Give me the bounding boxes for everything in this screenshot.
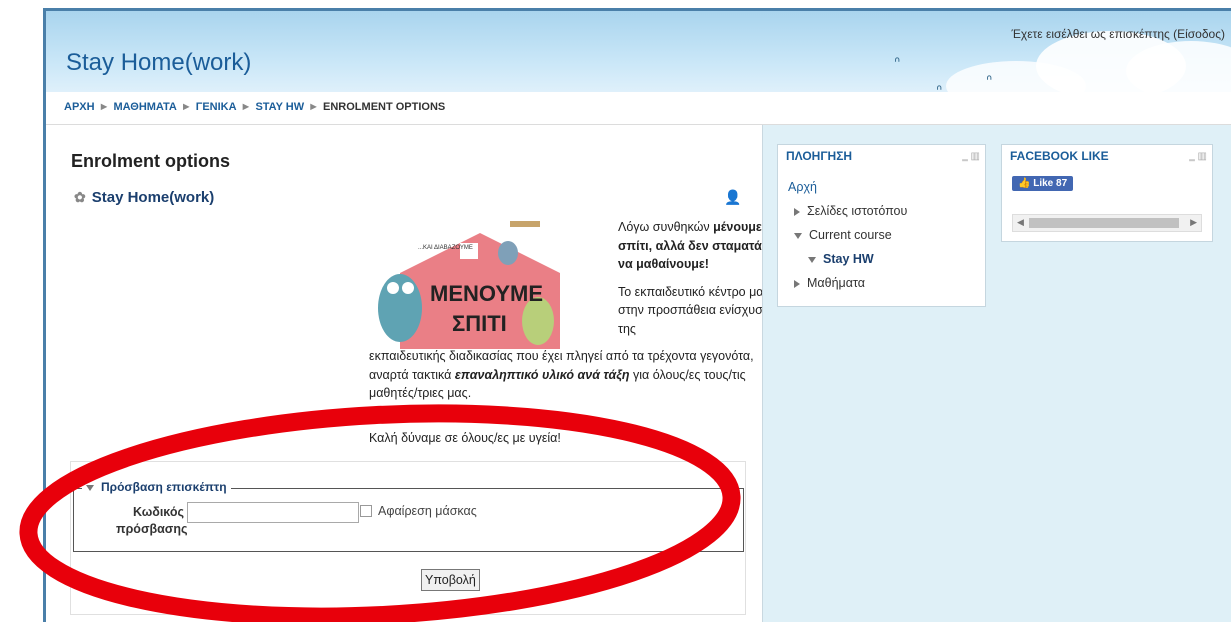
main-content: Enrolment options ✿ Stay Home(work) 👤 ..… bbox=[46, 125, 776, 622]
login-link[interactable]: Είσοδος bbox=[1177, 27, 1221, 41]
breadcrumb: ΑΡΧΗ ► ΜΑΘΗΜΑΤΑ ► ΓΕΝΙΚΑ ► STAY HW ► ENR… bbox=[64, 101, 445, 113]
collapse-icon bbox=[808, 256, 816, 263]
nav-site-pages[interactable]: Σελίδες ιστοτόπου bbox=[794, 204, 907, 218]
thumbs-up-icon: 👍 bbox=[1018, 178, 1034, 189]
navigation-block-title: ΠΛΟΗΓΗΣΗ bbox=[786, 149, 853, 163]
bird-icon: ᐢ bbox=[986, 73, 993, 90]
breadcrumb-item[interactable]: ΑΡΧΗ bbox=[64, 101, 95, 113]
nav-courses-label: Μαθήματα bbox=[807, 276, 865, 290]
unmask-option[interactable]: Αφαίρεση μάσκας bbox=[360, 504, 477, 518]
password-input[interactable] bbox=[187, 502, 359, 523]
page-title: Enrolment options bbox=[71, 151, 230, 171]
unmask-label: Αφαίρεση μάσκας bbox=[378, 504, 477, 518]
image-big-text-1: ΜΕΝΟΥΜΕ bbox=[430, 281, 543, 306]
course-summary-image: ...ΚΑΙ ΔΙΑΒΑΖΟΥΜΕ ΜΕΝΟΥΜΕ ΣΠΙΤΙ bbox=[378, 221, 560, 349]
bird-icon: ᐢ bbox=[936, 83, 943, 92]
nav-course[interactable]: Stay HW bbox=[808, 252, 874, 266]
summary-intro-text: Λόγω συνθηκών bbox=[618, 220, 714, 234]
block-controls-icon[interactable]: ‗ ▥ bbox=[962, 151, 980, 162]
breadcrumb-separator: ► bbox=[308, 101, 320, 113]
expand-icon bbox=[794, 207, 800, 216]
nav-site-pages-label: Σελίδες ιστοτόπου bbox=[807, 204, 908, 218]
facebook-block-title: FACEBOOK LIKE bbox=[1010, 149, 1109, 163]
login-close: ) bbox=[1221, 27, 1225, 41]
horizontal-scrollbar[interactable]: ◀ ▶ bbox=[1012, 214, 1202, 232]
summary-greeting: Καλή δύναμε σε όλους/ες με υγεία! bbox=[369, 431, 561, 445]
breadcrumb-separator: ► bbox=[98, 101, 110, 113]
legend-text: Πρόσβαση επισκέπτη bbox=[101, 480, 227, 494]
submit-button[interactable]: Υποβολή bbox=[421, 569, 480, 591]
guest-access-icon: 👤 bbox=[724, 189, 742, 205]
collapse-icon bbox=[794, 232, 802, 239]
scroll-right-icon[interactable]: ▶ bbox=[1190, 217, 1197, 228]
login-text: Έχετε εισέλθει ως επισκέπτης ( bbox=[1011, 27, 1178, 41]
course-summary-intro: Λόγω συνθηκών μένουμε σπίτι, αλλά δεν στ… bbox=[618, 218, 786, 338]
scrollbar-thumb[interactable] bbox=[1029, 218, 1179, 228]
guest-access-legend[interactable]: Πρόσβαση επισκέπτη bbox=[82, 480, 231, 494]
image-big-text-2: ΣΠΙΤΙ bbox=[452, 311, 507, 336]
unmask-checkbox[interactable] bbox=[360, 505, 372, 517]
breadcrumb-item[interactable]: STAY HW bbox=[255, 101, 304, 113]
site-title[interactable]: Stay Home(work) bbox=[66, 49, 251, 77]
image-top-text: ...ΚΑΙ ΔΙΑΒΑΖΟΥΜΕ bbox=[418, 245, 473, 251]
summary-paragraph-bold: επαναληπτικό υλικό ανά τάξη bbox=[454, 367, 630, 382]
nav-courses[interactable]: Μαθήματα bbox=[794, 276, 865, 290]
breadcrumb-current: ENROLMENT OPTIONS bbox=[323, 101, 446, 113]
site-header: ᐢ ᐢ ᐢ Stay Home(work) Έχετε εισέλθει ως … bbox=[46, 11, 1231, 92]
nav-course-label: Stay HW bbox=[823, 252, 874, 266]
nav-current-course-label: Current course bbox=[809, 228, 892, 242]
collapse-icon bbox=[86, 484, 94, 491]
breadcrumb-item[interactable]: ΜΑΘΗΜΑΤΑ bbox=[113, 101, 176, 113]
block-controls-icon[interactable]: ‗ ▥ bbox=[1189, 151, 1207, 162]
facebook-like-button[interactable]: 👍 Like 87 bbox=[1012, 176, 1074, 191]
summary-paragraph-a: Το εκπαιδευτικό κέντρο μας στην προσπάθε… bbox=[618, 284, 776, 336]
course-summary-body: εκπαιδευτικής διαδικασίας που έχει πληγε… bbox=[369, 347, 789, 403]
login-info: Έχετε εισέλθει ως επισκέπτης (Είσοδος) bbox=[1011, 27, 1225, 41]
scroll-left-icon[interactable]: ◀ bbox=[1017, 217, 1024, 228]
password-label: Κωδικός πρόσβασης bbox=[116, 505, 188, 536]
course-name[interactable]: Stay Home(work) bbox=[92, 189, 215, 206]
breadcrumb-separator: ► bbox=[240, 101, 252, 113]
nav-home[interactable]: Αρχή bbox=[788, 180, 817, 194]
bird-icon: ᐢ bbox=[894, 55, 901, 72]
course-icon: ✿ bbox=[74, 189, 86, 205]
breadcrumb-separator: ► bbox=[180, 101, 192, 113]
breadcrumb-bar: ΑΡΧΗ ► ΜΑΘΗΜΑΤΑ ► ΓΕΝΙΚΑ ► STAY HW ► ENR… bbox=[46, 92, 1231, 125]
sidebar: ΠΛΟΗΓΗΣΗ ‗ ▥ Αρχή Σελίδες ιστοτόπου Curr… bbox=[762, 125, 1231, 622]
nav-current-course[interactable]: Current course bbox=[794, 228, 892, 242]
facebook-block: FACEBOOK LIKE ‗ ▥ 👍 Like 87 ◀ ▶ bbox=[1001, 144, 1213, 242]
navigation-block: ΠΛΟΗΓΗΣΗ ‗ ▥ Αρχή Σελίδες ιστοτόπου Curr… bbox=[777, 144, 986, 307]
breadcrumb-item[interactable]: ΓΕΝΙΚΑ bbox=[196, 101, 237, 113]
like-label: Like 87 bbox=[1033, 178, 1068, 189]
expand-icon bbox=[794, 279, 800, 288]
course-link[interactable]: ✿ Stay Home(work) bbox=[74, 189, 214, 206]
left-margin bbox=[0, 0, 42, 622]
